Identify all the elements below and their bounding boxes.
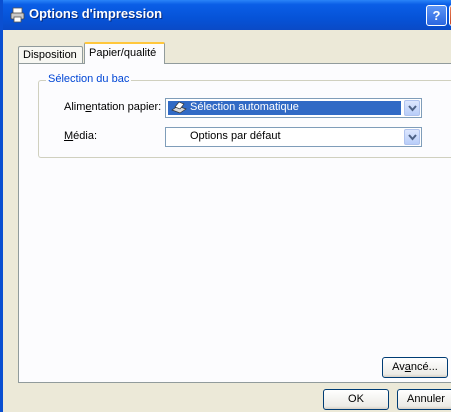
title-bar[interactable]: Options d'impression ? <box>3 0 451 30</box>
ok-button[interactable]: OK <box>323 389 389 410</box>
printer-icon <box>10 7 26 23</box>
advanced-button[interactable]: Avancé... <box>382 357 448 378</box>
help-button[interactable]: ? <box>426 5 447 26</box>
tray-selection-group-title: Sélection du bac <box>46 73 132 85</box>
cancel-button[interactable]: Annuler <box>397 389 451 410</box>
tab-label: Disposition <box>23 49 77 61</box>
window-title: Options d'impression <box>29 6 163 21</box>
media-dropdown-button[interactable] <box>404 129 420 145</box>
media-label: Média: <box>64 130 98 142</box>
chevron-down-icon <box>408 105 417 112</box>
media-value: Options par défaut <box>190 130 281 142</box>
paper-tray-icon <box>171 101 187 117</box>
tab-label: Papier/qualité <box>89 47 157 59</box>
tab-paper-quality[interactable]: Papier/qualité <box>84 42 165 64</box>
paper-source-select[interactable]: Sélection automatique <box>165 98 422 118</box>
paper-source-value: Sélection automatique <box>190 101 299 113</box>
chevron-down-icon <box>408 134 417 141</box>
media-select[interactable]: Options par défaut <box>165 127 422 147</box>
paper-source-label: Alimentation papier: <box>64 101 162 113</box>
tab-disposition[interactable]: Disposition <box>18 46 83 63</box>
paper-source-dropdown-button[interactable] <box>404 100 420 116</box>
print-options-dialog: Options d'impression ? Disposition Papie… <box>0 0 451 412</box>
